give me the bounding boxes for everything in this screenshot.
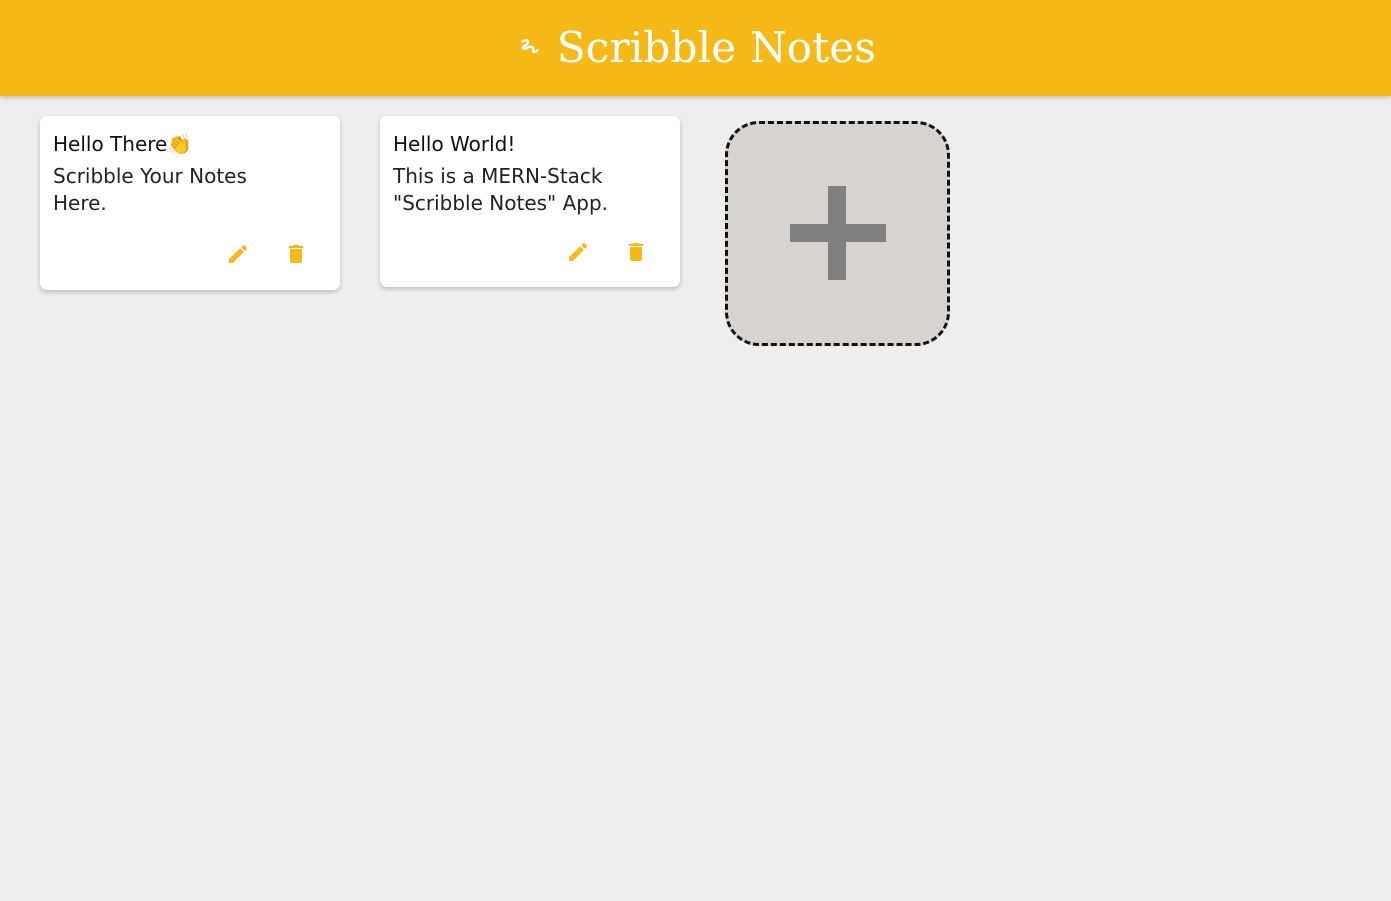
add-note-button[interactable] <box>725 121 950 346</box>
delete-icon[interactable] <box>284 242 308 266</box>
note-content: This is a MERN-Stack "Scribble Notes" Ap… <box>393 164 609 215</box>
note-title: Hello There👏 <box>53 132 193 156</box>
edit-icon[interactable] <box>566 240 590 264</box>
app-header: Scribble Notes <box>0 0 1391 96</box>
note-actions <box>566 240 648 264</box>
edit-icon[interactable] <box>226 242 250 266</box>
note-content: Scribble Your Notes Here. <box>53 164 247 215</box>
note-title: Hello World! <box>393 132 516 156</box>
app-title: Scribble Notes <box>556 23 877 72</box>
scribble-icon <box>517 35 543 61</box>
note-card: Hello World! This is a MERN-Stack "Scrib… <box>380 116 680 287</box>
note-card: Hello There👏 Scribble Your Notes Here. <box>40 116 340 290</box>
plus-icon <box>789 185 886 282</box>
note-actions <box>226 242 308 266</box>
app-brand: Scribble Notes <box>517 27 876 69</box>
delete-icon[interactable] <box>624 240 648 264</box>
